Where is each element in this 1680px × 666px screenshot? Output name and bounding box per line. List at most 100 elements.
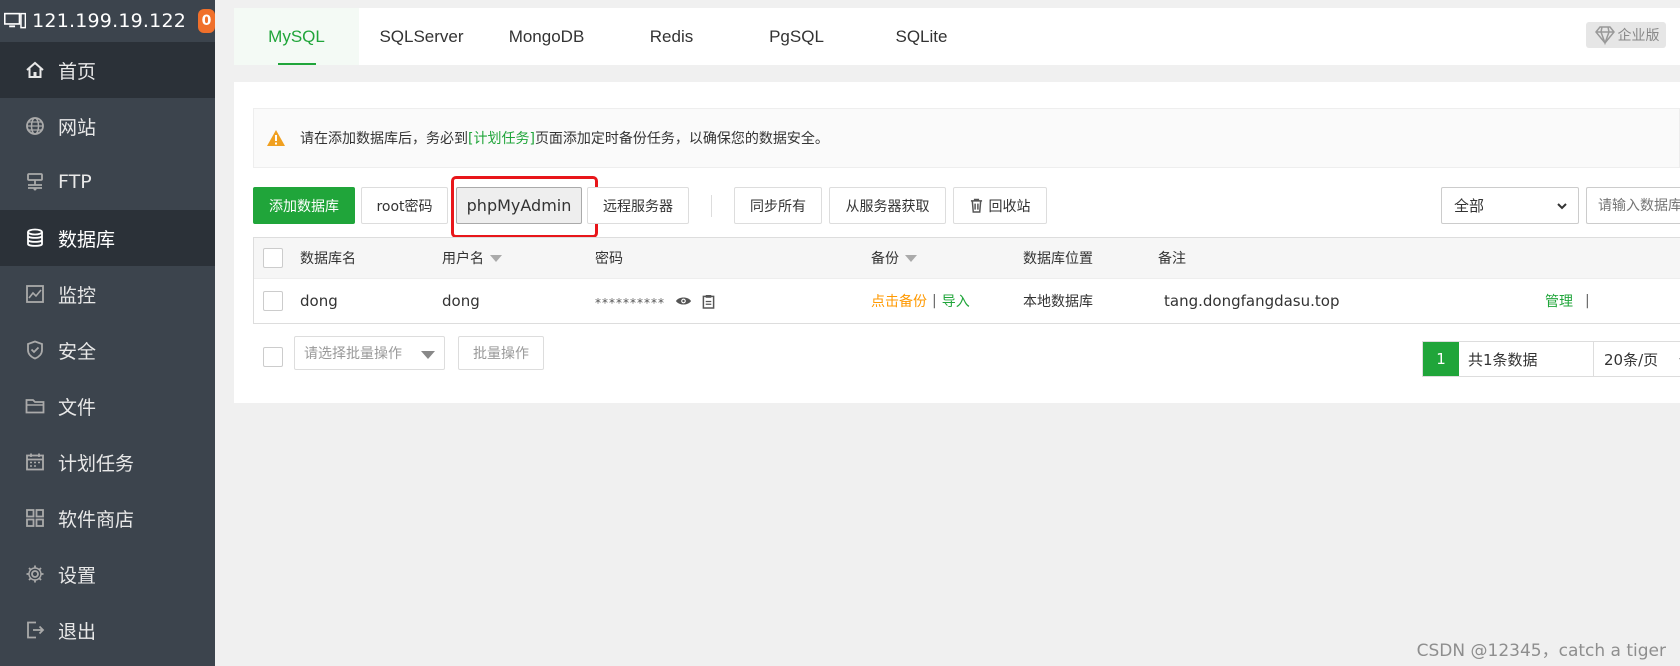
database-icon [27,228,43,247]
sidebar-item-settings[interactable]: 设置 [0,546,215,602]
filter-value: 全部 [1454,197,1485,215]
tab-redis[interactable]: Redis [609,8,734,65]
enterprise-label: 企业版 [1617,28,1660,44]
computer-icon [4,12,27,29]
globe-icon [26,117,44,135]
phpmyadmin-highlight-box [451,176,598,238]
sidebar-item-website[interactable]: 网站 [0,98,215,154]
header-password: 密码 [595,251,623,267]
db-name: dong [300,292,338,310]
sidebar-item-app-store[interactable]: 软件商店 [0,490,215,546]
sidebar-item-home[interactable]: 首页 [0,42,215,98]
sidebar-item-label: 文件 [58,396,97,419]
sidebar-item-label: 软件商店 [58,508,135,531]
sidebar: 121.199.19.122 0 首页 网站 FTP 数据库 监控 安全 文件 … [0,0,215,666]
batch-select-all-checkbox[interactable] [263,347,283,367]
page-current[interactable]: 1 [1423,342,1459,376]
calendar-icon [26,453,44,471]
server-ip: 121.199.19.122 [32,10,187,32]
tab-mongodb[interactable]: MongoDB [484,8,609,65]
header-location: 数据库位置 [1023,251,1093,267]
chevron-down-icon [1557,203,1567,210]
sidebar-item-label: 计划任务 [58,452,135,475]
recycle-bin-label: 回收站 [988,198,1031,215]
apps-icon [26,509,44,527]
warning-icon [267,130,285,146]
sidebar-item-label: 安全 [58,340,97,363]
row-checkbox[interactable] [263,291,283,311]
cron-task-link[interactable]: [计划任务] [468,128,535,148]
header-backup[interactable]: 备份 [871,238,917,278]
sidebar-item-label: 网站 [58,116,97,139]
sidebar-item-label: FTP [58,171,92,193]
header-backup-label: 备份 [871,251,899,267]
notification-badge[interactable]: 0 [198,9,215,33]
tab-sqlite[interactable]: SQLite [859,8,984,65]
database-search-input[interactable] [1586,187,1680,224]
gear-icon [26,565,44,583]
sidebar-item-logout[interactable]: 退出 [0,602,215,658]
toolbar-divider [711,195,712,217]
server-header: 121.199.19.122 0 [0,0,215,42]
batch-operation-button[interactable]: 批量操作 [458,336,544,370]
logout-icon [27,621,45,639]
page-size-select[interactable]: 20条/页 [1594,342,1680,376]
db-username: dong [442,292,480,310]
sidebar-item-label: 数据库 [58,228,116,251]
alert-text-post: 页面添加定时备份任务，以确保您的数据安全。 [534,131,829,147]
diamond-icon [1594,26,1615,46]
remote-server-button[interactable]: 远程服务器 [587,187,689,224]
trash-icon [970,198,982,213]
header-username-label: 用户名 [442,251,484,267]
copy-icon[interactable] [702,294,715,309]
import-link[interactable]: 导入 [942,291,970,311]
page-total: 共1条数据 [1459,342,1594,376]
header-db-name: 数据库名 [300,251,356,267]
database-table: 数据库名 用户名 密码 备份 数据库位置 备注 dong dong ******… [253,237,1680,324]
header-username[interactable]: 用户名 [442,238,502,278]
db-remark[interactable]: tang.dongfangdasu.top [1164,279,1339,323]
monitor-icon [26,285,44,303]
database-type-tabs: MySQL SQLServer MongoDB Redis PgSQL SQLi… [234,8,1680,65]
sidebar-item-label: 退出 [58,620,97,643]
main-panel: 请在添加数据库后，务必到 [计划任务] 页面添加定时备份任务，以确保您的数据安全。 … [234,82,1680,403]
root-password-button[interactable]: root密码 [361,187,448,224]
filter-select[interactable]: 全部 [1441,187,1579,224]
sidebar-item-cron[interactable]: 计划任务 [0,434,215,490]
home-icon [26,61,44,78]
manage-link[interactable]: 管理 [1545,291,1573,311]
backup-link[interactable]: 点击备份 [871,291,927,311]
tab-pgsql[interactable]: PgSQL [734,8,859,65]
sync-all-button[interactable]: 同步所有 [734,187,822,224]
shield-icon [27,340,43,360]
alert-text-pre: 请在添加数据库后，务必到 [300,131,468,147]
sidebar-item-label: 首页 [58,60,97,83]
sort-desc-icon [490,254,502,262]
add-database-button[interactable]: 添加数据库 [253,187,355,224]
db-password-masked: ********** [595,296,665,310]
table-row: dong dong ********** 点击备份 | 导入 本地数据库 tang.… [254,279,1680,323]
sidebar-item-ftp[interactable]: FTP [0,154,215,210]
sidebar-item-files[interactable]: 文件 [0,378,215,434]
csdn-watermark: CSDN @12345，catch a tiger [1416,641,1666,661]
db-location: 本地数据库 [1023,294,1093,310]
tab-mysql[interactable]: MySQL [234,8,359,65]
sidebar-item-security[interactable]: 安全 [0,322,215,378]
tab-sqlserver[interactable]: SQLServer [359,8,484,65]
pagination: 1 共1条数据 20条/页 [1422,341,1680,377]
backup-alert: 请在添加数据库后，务必到 [计划任务] 页面添加定时备份任务，以确保您的数据安全。 [253,108,1680,168]
header-remark: 备注 [1158,251,1186,267]
sidebar-item-monitor[interactable]: 监控 [0,266,215,322]
sort-desc-icon [905,254,917,262]
fetch-from-server-button[interactable]: 从服务器获取 [829,187,946,224]
page-size-value: 20条/页 [1604,350,1659,369]
select-all-checkbox[interactable] [263,248,283,268]
sidebar-item-database[interactable]: 数据库 [0,210,215,266]
batch-select-placeholder: 请选择批量操作 [304,346,402,362]
recycle-bin-button[interactable]: 回收站 [953,187,1047,224]
caret-down-icon [421,351,435,359]
table-header-row: 数据库名 用户名 密码 备份 数据库位置 备注 [254,238,1680,279]
eye-icon[interactable] [675,295,692,307]
batch-operation-select[interactable]: 请选择批量操作 [294,336,445,370]
enterprise-badge[interactable]: 企业版 [1586,22,1666,48]
